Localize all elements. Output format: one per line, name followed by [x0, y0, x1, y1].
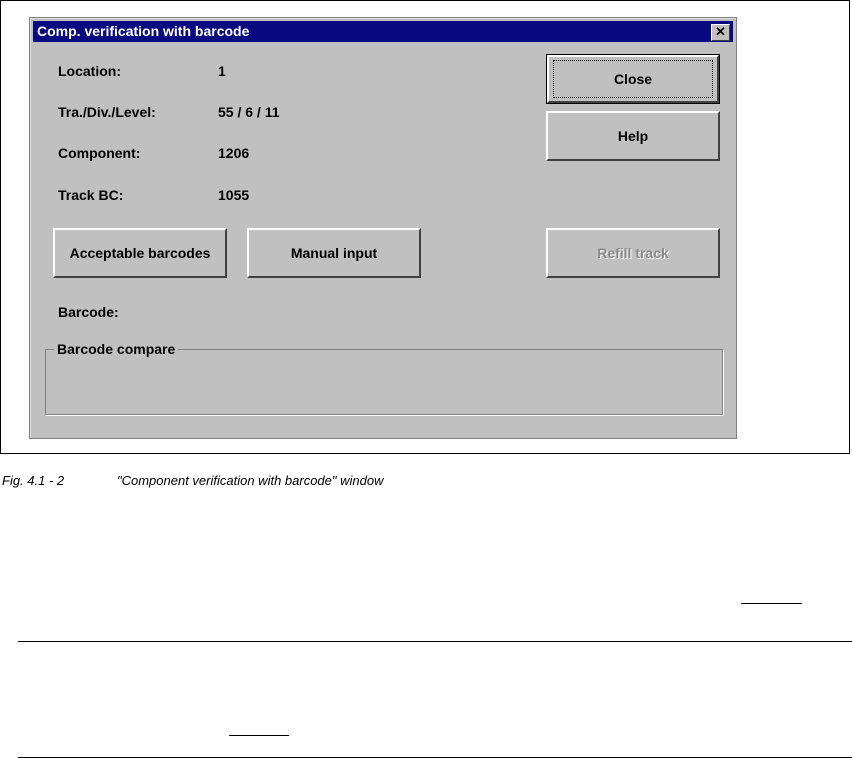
track-bc-label: Track BC: [58, 187, 124, 203]
underline-mark [741, 603, 802, 604]
manual-input-button[interactable]: Manual input [247, 228, 421, 278]
barcode-label: Barcode: [58, 304, 119, 320]
tra-div-level-value: 55 / 6 / 11 [218, 104, 280, 120]
location-value: 1 [218, 63, 226, 79]
component-label: Component: [58, 145, 141, 161]
figure-number: Fig. 4.1 - 2 [2, 473, 65, 488]
tra-div-level-label: Tra./Div./Level: [58, 104, 156, 120]
refill-track-button[interactable]: Refill track [546, 228, 720, 278]
track-bc-value: 1055 [218, 187, 250, 203]
dialog-title: Comp. verification with barcode [37, 23, 250, 39]
barcode-compare-group: Barcode compare [45, 341, 723, 415]
close-button-label: Close [552, 60, 714, 98]
location-label: Location: [58, 63, 121, 79]
underline-mark [229, 735, 289, 736]
barcode-compare-label: Barcode compare [54, 341, 179, 357]
acceptable-barcodes-button[interactable]: Acceptable barcodes [53, 228, 227, 278]
help-button[interactable]: Help [546, 111, 720, 161]
barcode-verification-dialog: Comp. verification with barcode ✕ Locati… [29, 17, 737, 439]
divider [18, 641, 852, 642]
close-icon[interactable]: ✕ [711, 24, 730, 41]
close-button[interactable]: Close [546, 54, 720, 104]
figure-caption: "Component verification with barcode" wi… [117, 473, 384, 488]
title-bar: Comp. verification with barcode ✕ [33, 21, 733, 42]
component-value: 1206 [218, 145, 250, 161]
